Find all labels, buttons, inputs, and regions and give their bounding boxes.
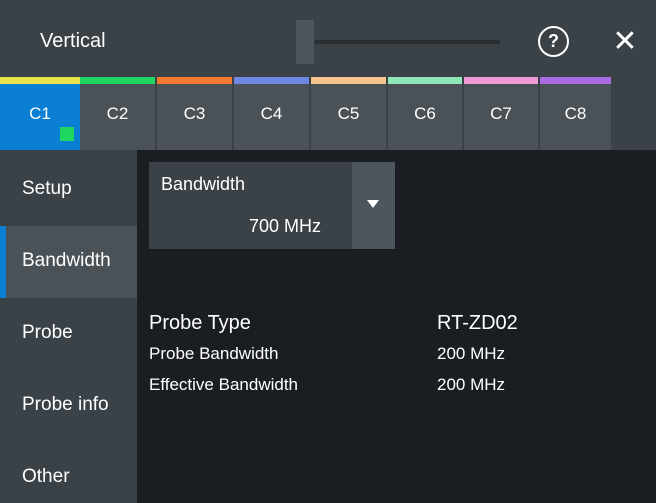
sidebar-item-bandwidth[interactable]: Bandwidth bbox=[0, 226, 137, 298]
tab-c8[interactable]: C8 bbox=[540, 77, 611, 150]
sidebar-item-label: Bandwidth bbox=[22, 250, 111, 271]
tab-c2[interactable]: C2 bbox=[80, 77, 155, 150]
sidebar-item-probe-info[interactable]: Probe info bbox=[0, 370, 137, 442]
close-button[interactable]: ✕ bbox=[610, 22, 640, 62]
tab-c3[interactable]: C3 bbox=[157, 77, 232, 150]
tab-c6[interactable]: C6 bbox=[388, 77, 462, 150]
effective-bandwidth-value: 200 MHz bbox=[437, 375, 506, 394]
bandwidth-dropdown[interactable]: Bandwidth 700 MHz bbox=[149, 162, 395, 249]
tab-c4[interactable]: C4 bbox=[234, 77, 309, 150]
sidebar-item-label: Probe bbox=[22, 322, 73, 343]
active-indicator bbox=[0, 226, 6, 298]
tab-label: C6 bbox=[414, 104, 436, 123]
channel-color-bar bbox=[540, 77, 611, 84]
tab-label: C4 bbox=[260, 104, 283, 123]
sidebar: Setup Bandwidth Probe Probe info Other bbox=[0, 150, 137, 503]
chevron-down-icon bbox=[367, 200, 379, 208]
tab-label: C3 bbox=[183, 104, 206, 123]
channel-color-bar bbox=[311, 77, 386, 84]
probe-type-value: RT-ZD02 bbox=[437, 312, 518, 334]
tab-label: C2 bbox=[106, 104, 129, 123]
channel-color-bar bbox=[157, 77, 232, 84]
tab-label: C7 bbox=[490, 104, 512, 123]
sidebar-item-label: Setup bbox=[22, 178, 72, 199]
tab-label: C8 bbox=[564, 104, 587, 123]
sidebar-item-probe[interactable]: Probe bbox=[0, 298, 137, 370]
sidebar-item-label: Other bbox=[22, 466, 70, 487]
probe-type-label: Probe Type bbox=[149, 312, 251, 334]
channel-color-bar bbox=[388, 77, 462, 84]
transparency-slider-track[interactable] bbox=[305, 40, 500, 44]
channel-active-indicator bbox=[60, 127, 74, 141]
channel-color-bar bbox=[0, 77, 80, 84]
tab-c5[interactable]: C5 bbox=[311, 77, 386, 150]
channel-color-bar bbox=[464, 77, 538, 84]
bandwidth-label: Bandwidth bbox=[161, 174, 246, 194]
help-button[interactable]: ? bbox=[538, 26, 569, 57]
tab-label: C5 bbox=[337, 104, 360, 123]
sidebar-item-setup[interactable]: Setup bbox=[0, 154, 137, 226]
probe-bandwidth-value: 200 MHz bbox=[437, 344, 506, 363]
title-bar: Vertical ? ✕ bbox=[0, 0, 656, 77]
tab-c1[interactable]: C1 bbox=[0, 77, 80, 150]
sidebar-item-other[interactable]: Other bbox=[0, 442, 137, 503]
probe-bandwidth-label: Probe Bandwidth bbox=[149, 344, 279, 363]
tab-c7[interactable]: C7 bbox=[464, 77, 538, 150]
channel-color-bar bbox=[234, 77, 309, 84]
bandwidth-value: 700 MHz bbox=[249, 216, 322, 236]
sidebar-item-label: Probe info bbox=[22, 394, 109, 415]
transparency-slider-thumb[interactable] bbox=[296, 20, 314, 64]
dropdown-button[interactable] bbox=[352, 162, 395, 249]
tab-label: C1 bbox=[29, 104, 51, 123]
content-panel: Bandwidth 700 MHz Probe Type RT-ZD02 Pro… bbox=[137, 150, 656, 503]
channel-tabs: C1 C2 C3 C4 C5 C6 C7 C8 bbox=[0, 77, 656, 150]
dialog-title: Vertical bbox=[40, 30, 106, 52]
effective-bandwidth-label: Effective Bandwidth bbox=[149, 375, 298, 394]
channel-color-bar bbox=[80, 77, 155, 84]
